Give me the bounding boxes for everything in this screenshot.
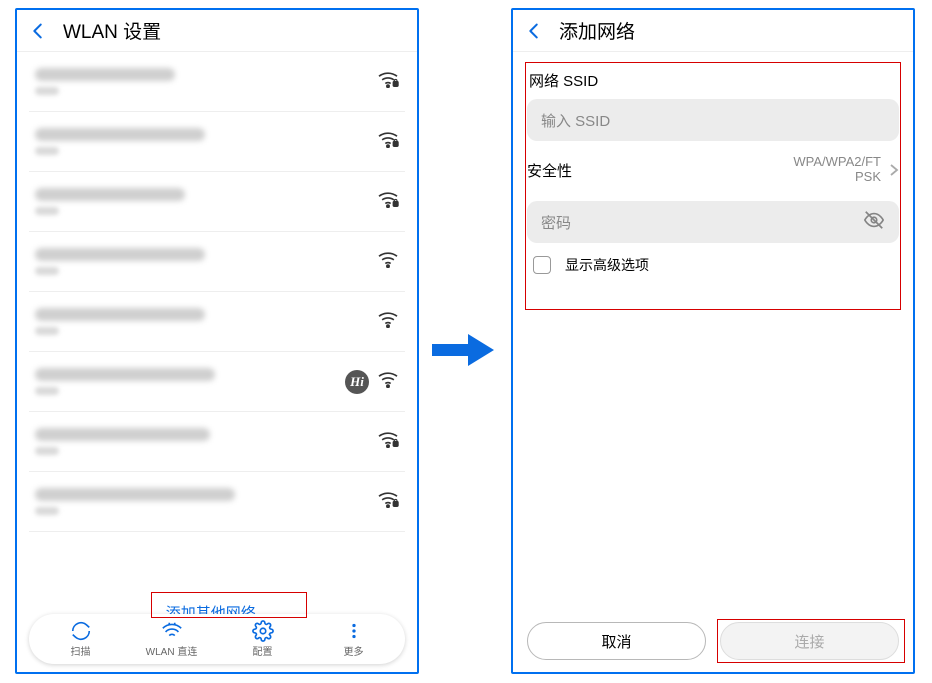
- wifi-network-item[interactable]: [29, 472, 405, 532]
- wifi-network-name: [35, 248, 377, 275]
- button-label: 连接: [794, 631, 824, 652]
- wifi-direct-icon: [161, 620, 183, 642]
- ssid-label: 网络 SSID: [529, 70, 899, 91]
- wifi-status-icons: [377, 250, 399, 273]
- security-value-line2: PSK: [793, 170, 881, 185]
- nav-label: WLAN 直连: [146, 643, 198, 658]
- wifi-signal-icon: [377, 190, 399, 213]
- page-title: WLAN 设置: [63, 17, 161, 44]
- checkbox-icon[interactable]: [533, 256, 551, 274]
- wifi-network-name: [35, 428, 377, 455]
- wifi-network-name: [35, 68, 377, 95]
- wifi-status-icons: [377, 190, 399, 213]
- placeholder-text: 输入 SSID: [541, 110, 610, 131]
- more-icon: [343, 620, 365, 642]
- wifi-status-icons: [377, 430, 399, 453]
- security-value-line1: WPA/WPA2/FT: [793, 155, 881, 170]
- wifi-signal-icon: [377, 370, 399, 393]
- cancel-button[interactable]: 取消: [527, 622, 706, 660]
- flow-arrow-icon: [430, 332, 500, 373]
- wifi-network-list: Hi: [17, 52, 417, 580]
- wifi-status-icons: [377, 70, 399, 93]
- wifi-signal-icon: [377, 70, 399, 93]
- chevron-right-icon: [889, 163, 899, 177]
- nav-label: 扫描: [71, 643, 91, 658]
- nav-more[interactable]: 更多: [318, 620, 390, 658]
- wifi-signal-icon: [377, 250, 399, 273]
- wifi-status-icons: [377, 130, 399, 153]
- wifi-network-item[interactable]: [29, 232, 405, 292]
- wifi-network-item[interactable]: [29, 292, 405, 352]
- header-bar: WLAN 设置: [17, 10, 417, 52]
- nav-direct[interactable]: WLAN 直连: [136, 620, 208, 658]
- ssid-input[interactable]: 输入 SSID: [527, 99, 899, 141]
- bottom-toolbar: 扫描 WLAN 直连 配置 更多: [29, 614, 405, 664]
- security-value: WPA/WPA2/FT PSK: [793, 155, 881, 185]
- wifi-network-item[interactable]: [29, 52, 405, 112]
- wifi-network-name: [35, 188, 377, 215]
- wifi-network-name: [35, 128, 377, 155]
- wifi-signal-icon: [377, 430, 399, 453]
- advanced-options-row[interactable]: 显示高级选项: [527, 243, 899, 281]
- wifi-status-icons: Hi: [345, 370, 399, 394]
- bottom-button-bar: 取消 连接: [527, 622, 899, 660]
- refresh-icon: [70, 620, 92, 642]
- security-selector[interactable]: 安全性 WPA/WPA2/FT PSK: [527, 147, 899, 193]
- nav-scan[interactable]: 扫描: [45, 620, 117, 658]
- wifi-network-name: [35, 308, 377, 335]
- wifi-network-item[interactable]: Hi: [29, 352, 405, 412]
- hi-badge-icon: Hi: [345, 370, 369, 394]
- wifi-signal-icon: [377, 130, 399, 153]
- wifi-network-item[interactable]: [29, 112, 405, 172]
- back-icon[interactable]: [523, 20, 545, 42]
- wifi-status-icons: [377, 310, 399, 333]
- password-input[interactable]: 密码: [527, 201, 899, 243]
- wifi-signal-icon: [377, 490, 399, 513]
- nav-label: 更多: [344, 643, 364, 658]
- button-label: 取消: [601, 631, 631, 652]
- wifi-network-name: [35, 488, 377, 515]
- security-value-area: WPA/WPA2/FT PSK: [793, 155, 899, 185]
- wifi-status-icons: [377, 490, 399, 513]
- nav-label: 配置: [253, 643, 273, 658]
- visibility-off-icon[interactable]: [863, 209, 885, 235]
- header-bar: 添加网络: [513, 10, 913, 52]
- wlan-settings-screen: WLAN 设置: [15, 8, 419, 674]
- advanced-options-label: 显示高级选项: [565, 255, 649, 275]
- gear-icon: [252, 620, 274, 642]
- page-title: 添加网络: [559, 17, 635, 44]
- wifi-network-item[interactable]: [29, 412, 405, 472]
- add-network-form: 网络 SSID 输入 SSID 安全性 WPA/WPA2/FT PSK 密码 显…: [513, 52, 913, 293]
- nav-config[interactable]: 配置: [227, 620, 299, 658]
- add-network-screen: 添加网络 网络 SSID 输入 SSID 安全性 WPA/WPA2/FT PSK…: [511, 8, 915, 674]
- wifi-network-name: [35, 368, 345, 395]
- wifi-signal-icon: [377, 310, 399, 333]
- back-icon[interactable]: [27, 20, 49, 42]
- security-label: 安全性: [527, 160, 572, 181]
- connect-button[interactable]: 连接: [720, 622, 899, 660]
- wifi-network-item[interactable]: [29, 172, 405, 232]
- placeholder-text: 密码: [541, 212, 571, 233]
